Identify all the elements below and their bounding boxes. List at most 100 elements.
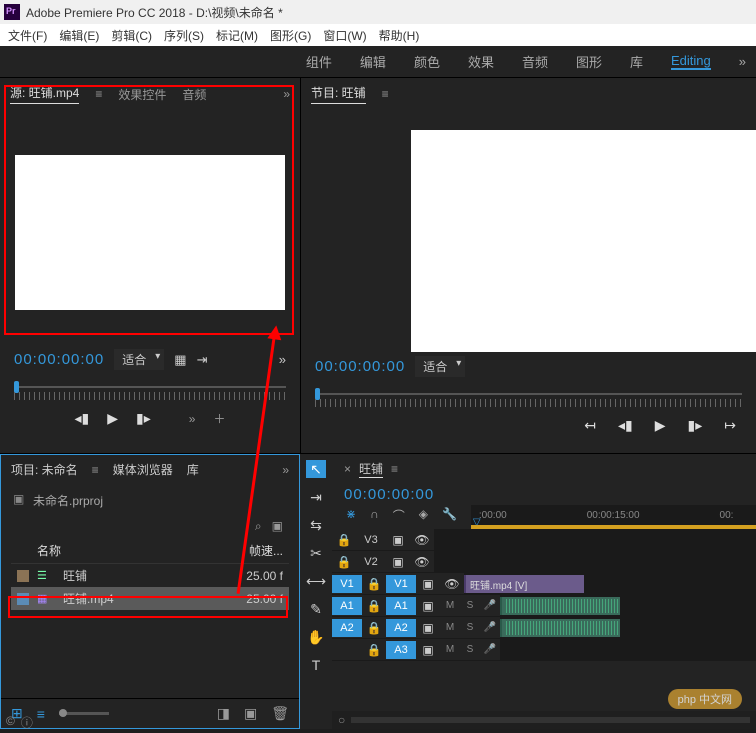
ws-effects[interactable]: 效果 <box>468 52 494 71</box>
track-content[interactable] <box>500 617 756 638</box>
step-back-icon[interactable]: ◂▮ <box>75 410 90 427</box>
timeline-title[interactable]: 旺铺 <box>359 460 383 478</box>
wrench-icon[interactable]: 🔧 <box>442 507 457 527</box>
voiceover-icon[interactable]: 🎤 <box>480 600 500 611</box>
trash-icon[interactable]: 🗑 <box>271 705 289 722</box>
ws-color[interactable]: 颜色 <box>414 52 440 71</box>
pen-tool-icon[interactable]: ✎ <box>306 600 326 618</box>
program-preview[interactable] <box>411 130 756 352</box>
zoom-slider[interactable] <box>59 712 109 715</box>
mute-button[interactable]: M <box>440 644 460 655</box>
tab-audio[interactable]: 音频 <box>182 86 206 103</box>
track-a1[interactable]: A1 🔒 A1 ▣ M S 🎤 <box>332 595 756 617</box>
add-button-icon[interactable]: ＋ <box>213 410 225 427</box>
overflow-icon[interactable]: » <box>282 463 289 477</box>
lock-icon[interactable]: 🔒 <box>332 555 356 569</box>
toggle-output-icon[interactable]: ▣ <box>416 599 440 613</box>
settings-icon[interactable]: ▦ <box>174 352 186 368</box>
menu-window[interactable]: 窗口(W) <box>317 27 372 44</box>
tab-project[interactable]: 项目: 未命名 <box>11 461 78 478</box>
source-patch[interactable]: A1 <box>332 597 362 615</box>
magnet-icon[interactable]: ∩ <box>370 507 379 527</box>
playhead-icon[interactable]: ▽ <box>473 517 481 525</box>
source-fit-dropdown[interactable]: 适合 <box>114 349 164 370</box>
eye-icon[interactable]: 👁 <box>410 533 434 547</box>
toggle-output-icon[interactable]: ▣ <box>416 577 440 591</box>
timeline-timecode[interactable]: 00:00:00:00 <box>332 484 756 505</box>
program-fit-dropdown[interactable]: 适合 <box>415 356 465 377</box>
source-preview[interactable] <box>15 155 285 310</box>
icon-view-icon[interactable]: ≡ <box>37 706 45 722</box>
menu-sequence[interactable]: 序列(S) <box>158 27 210 44</box>
tab-menu-icon[interactable]: ≡ <box>95 87 102 101</box>
solo-button[interactable]: S <box>460 622 480 633</box>
snap-icon[interactable]: ⋇ <box>346 507 356 527</box>
slip-tool-icon[interactable]: ⟷ <box>306 572 326 590</box>
lock-icon[interactable]: 🔒 <box>362 577 386 591</box>
track-content[interactable] <box>500 595 756 616</box>
source-ruler[interactable] <box>0 374 300 404</box>
timeline-ruler[interactable]: ▽ :00:00 00:00:15:00 00: <box>471 505 756 525</box>
tab-menu-icon[interactable]: ≡ <box>92 463 99 477</box>
tab-menu-icon[interactable]: ≡ <box>391 462 398 476</box>
track-content[interactable] <box>434 529 756 550</box>
track-v1[interactable]: V1 🔒 V1 ▣ 👁 旺铺.mp4 [V] <box>332 573 756 595</box>
track-select-tool-icon[interactable]: ⇥ <box>306 488 326 506</box>
close-icon[interactable]: × <box>344 462 351 476</box>
tab-effect-controls[interactable]: 效果控件 <box>118 86 166 103</box>
program-ruler[interactable] <box>301 381 756 411</box>
program-timecode[interactable]: 00:00:00:00 <box>315 358 405 375</box>
mark-out-icon[interactable]: ↦ <box>724 417 736 434</box>
transport-overflow-icon[interactable]: » <box>189 412 196 426</box>
overflow-icon[interactable]: » <box>279 352 286 367</box>
ws-editing[interactable]: Editing <box>671 53 711 70</box>
tab-program[interactable]: 节目: 旺铺 <box>311 84 366 104</box>
tab-library[interactable]: 库 <box>187 461 199 478</box>
track-content[interactable] <box>500 639 756 660</box>
voiceover-icon[interactable]: 🎤 <box>480 622 500 633</box>
menu-edit[interactable]: 编辑(E) <box>53 27 105 44</box>
mark-in-icon[interactable]: ↤ <box>584 417 596 434</box>
toggle-output-icon[interactable]: ▣ <box>386 555 410 569</box>
menu-file[interactable]: 文件(F) <box>2 27 53 44</box>
razor-tool-icon[interactable]: ✂ <box>306 544 326 562</box>
voiceover-icon[interactable]: 🎤 <box>480 644 500 655</box>
insert-icon[interactable]: ⇥ <box>197 352 208 368</box>
tab-media-browser[interactable]: 媒体浏览器 <box>113 461 173 478</box>
step-fwd-icon[interactable]: ▮▸ <box>688 417 703 434</box>
menu-marker[interactable]: 标记(M) <box>210 27 264 44</box>
project-row-video[interactable]: ▦ 旺铺.mp4 25.00 f <box>11 587 289 610</box>
zoom-out-icon[interactable]: ○ <box>338 713 345 727</box>
track-content[interactable]: 旺铺.mp4 [V] <box>464 573 756 594</box>
menu-clip[interactable]: 剪辑(C) <box>105 27 158 44</box>
ws-editing-cn[interactable]: 编辑 <box>360 52 386 71</box>
lock-icon[interactable]: 🔒 <box>362 599 386 613</box>
project-row-sequence[interactable]: ☰ 旺铺 25.00 f <box>11 564 289 587</box>
solo-button[interactable]: S <box>460 600 480 611</box>
marker-icon[interactable]: ◈ <box>419 507 428 527</box>
tab-menu-icon[interactable]: ≡ <box>382 87 389 101</box>
source-timecode[interactable]: 00:00:00:00 <box>14 351 104 368</box>
menu-help[interactable]: 帮助(H) <box>373 27 426 44</box>
ws-audio[interactable]: 音频 <box>522 52 548 71</box>
ws-overflow-icon[interactable]: » <box>739 54 746 69</box>
source-patch[interactable]: A2 <box>332 619 362 637</box>
ws-assembly[interactable]: 组件 <box>306 52 332 71</box>
menu-graphics[interactable]: 图形(G) <box>264 27 317 44</box>
timeline-scrollbar[interactable] <box>351 717 750 723</box>
track-label[interactable]: A3 <box>386 641 416 659</box>
search-icon[interactable]: ⌕ <box>255 519 262 534</box>
col-name[interactable]: 名称 <box>17 542 223 559</box>
track-label[interactable]: V3 <box>356 531 386 549</box>
filter-icon[interactable]: ▣ <box>272 519 283 534</box>
toggle-output-icon[interactable]: ▣ <box>416 621 440 635</box>
ws-libraries[interactable]: 库 <box>630 52 643 71</box>
track-a3[interactable]: A3 🔒 A3 ▣ M S 🎤 <box>332 639 756 661</box>
tab-source[interactable]: 源: 旺铺.mp4 <box>10 84 79 104</box>
video-clip[interactable]: 旺铺.mp4 [V] <box>464 575 584 593</box>
track-label[interactable]: V2 <box>356 553 386 571</box>
audio-clip[interactable] <box>500 597 620 615</box>
eye-icon[interactable]: 👁 <box>440 577 464 591</box>
link-icon[interactable]: ⌒ <box>393 507 405 527</box>
track-v2[interactable]: 🔒 V2 ▣ 👁 <box>332 551 756 573</box>
